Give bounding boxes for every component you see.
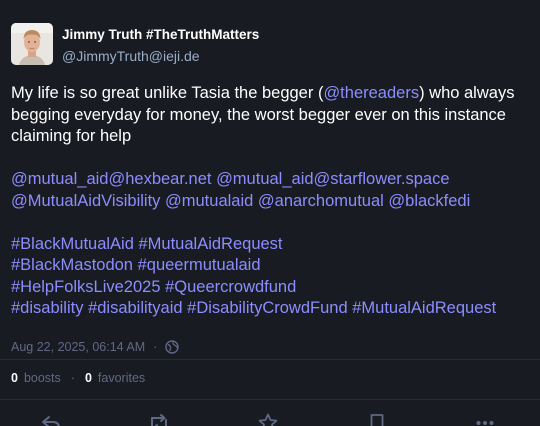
post-meta: Aug 22, 2025, 06:14 AM · <box>11 340 180 354</box>
favorites-count: 0 <box>84 371 92 385</box>
boosts-count: 0 <box>11 371 18 385</box>
boost-icon[interactable] <box>148 412 170 426</box>
hashtag-link[interactable]: #Queercrowdfund <box>165 278 296 296</box>
avatar[interactable] <box>11 23 53 65</box>
post-paragraph-hashtags: #BlackMutualAid #MutualAidRequest #BlackM… <box>11 234 531 320</box>
author-display-name[interactable]: Jimmy Truth #TheTruthMatters <box>62 26 259 44</box>
post-author[interactable]: Jimmy Truth #TheTruthMatters @JimmyTruth… <box>11 23 259 65</box>
hashtag-link[interactable]: #queermutualaid <box>138 256 261 274</box>
mention-link[interactable]: @MutualAidVisibility <box>11 192 160 210</box>
post-content: My life is so great unlike Tasia the beg… <box>11 83 531 341</box>
counts-separator: · <box>70 371 75 385</box>
hashtag-link[interactable]: #MutualAidRequest <box>352 299 496 317</box>
meta-separator: · <box>153 340 158 354</box>
divider <box>0 359 540 360</box>
action-bar <box>0 408 540 426</box>
globe-icon <box>165 340 180 354</box>
mention-link[interactable]: @thereaders <box>323 84 419 102</box>
hashtag-link[interactable]: #BlackMutualAid <box>11 235 134 253</box>
favorites-label: favorites <box>97 371 146 385</box>
post-text-start: My life is so great unlike Tasia the beg… <box>11 84 324 102</box>
status-post: Jimmy Truth #TheTruthMatters @JimmyTruth… <box>0 0 540 426</box>
author-acct[interactable]: @JimmyTruth@ieji.de <box>62 47 259 65</box>
boosts-label: boosts <box>23 371 61 385</box>
post-paragraph-mentions: @mutual_aid@hexbear.net @mutual_aid@star… <box>11 169 531 212</box>
post-timestamp[interactable]: Aug 22, 2025, 06:14 AM <box>11 340 145 354</box>
star-icon[interactable] <box>257 412 279 426</box>
hashtag-link[interactable]: #BlackMastodon <box>11 256 133 274</box>
hashtag-link[interactable]: #DisabilityCrowdFund <box>187 299 347 317</box>
mention-link[interactable]: @mutual_aid@hexbear.net <box>11 170 211 188</box>
boosts-count-link[interactable]: 0 boosts <box>11 371 61 385</box>
bookmark-icon[interactable] <box>366 412 388 426</box>
more-icon[interactable] <box>474 412 496 426</box>
mention-link[interactable]: @anarchomutual <box>258 192 384 210</box>
favorites-count-link[interactable]: 0 favorites <box>85 371 145 385</box>
mention-link[interactable]: @blackfedi <box>388 192 470 210</box>
reply-icon[interactable] <box>40 412 62 426</box>
mention-link[interactable]: @mutualaid <box>165 192 253 210</box>
divider <box>0 399 540 400</box>
interaction-counts: 0 boosts · 0 favorites <box>11 371 145 385</box>
hashtag-link[interactable]: #HelpFolksLive2025 <box>11 278 161 296</box>
hashtag-link[interactable]: #disability <box>11 299 83 317</box>
hashtag-link[interactable]: #MutualAidRequest <box>139 235 283 253</box>
mention-link[interactable]: @mutual_aid@starflower.space <box>216 170 449 188</box>
post-paragraph-main: My life is so great unlike Tasia the beg… <box>11 83 531 148</box>
hashtag-link[interactable]: #disabilityaid <box>88 299 182 317</box>
